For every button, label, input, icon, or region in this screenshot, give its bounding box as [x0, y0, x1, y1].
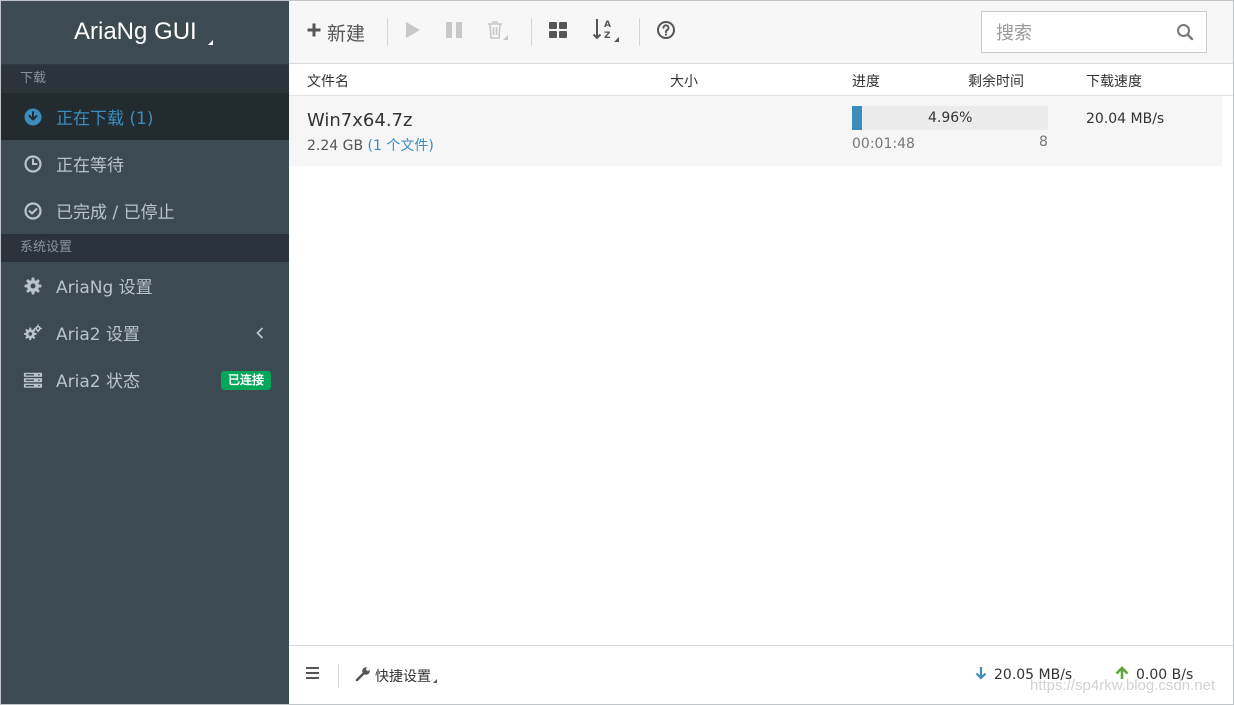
play-icon [404, 20, 422, 45]
section-header-downloads: 下载 [0, 65, 289, 93]
toolbar-divider [531, 18, 532, 46]
check-circle-icon [22, 200, 44, 222]
plus-icon [306, 21, 322, 43]
svg-text:A: A [604, 20, 611, 30]
progress-percent: 4.96% [928, 110, 973, 126]
question-circle-icon [656, 20, 676, 45]
wrench-icon [355, 666, 371, 686]
status-bar: 快捷设置 20.05 MB/s 0.00 B/s [289, 645, 1234, 705]
sidebar-item-label: Aria2 状态 [56, 372, 140, 392]
menu-icon[interactable] [305, 666, 321, 684]
column-header-name[interactable]: 文件名 [307, 71, 349, 91]
quick-settings-button[interactable]: 快捷设置 [355, 666, 437, 686]
sidebar: AriaNg GUI 下载 正在下载 (1) 正在等待 已完成 / 已停止 系统… [0, 0, 289, 705]
watermark: https://sp4rkw.blog.csdn.net [1030, 677, 1216, 694]
progress-bar: 4.96% [852, 106, 1048, 130]
gear-icon [22, 275, 44, 297]
trash-icon [486, 19, 510, 46]
sidebar-item-label: 正在等待 [56, 156, 124, 176]
sidebar-item-label: Aria2 设置 [56, 325, 140, 345]
connection-count: 8 [1039, 134, 1048, 150]
column-header-progress[interactable]: 进度 [852, 71, 880, 91]
status-badge: 已连接 [221, 371, 272, 390]
new-task-label: 新建 [327, 22, 366, 45]
section-header-settings: 系统设置 [0, 234, 289, 262]
sort-alpha-icon: AZ [592, 17, 620, 48]
display-mode-button[interactable] [548, 17, 568, 47]
pause-button[interactable] [444, 17, 464, 47]
sidebar-item-ariang-settings[interactable]: AriaNg 设置 [0, 262, 289, 309]
caret-icon [208, 40, 213, 45]
sidebar-item-label: AriaNg 设置 [56, 278, 153, 298]
search-icon[interactable] [1176, 23, 1194, 45]
new-task-button[interactable]: 新建 [306, 17, 365, 47]
app-title: AriaNg GUI [74, 18, 197, 45]
task-size: 2.24 GB [307, 138, 364, 154]
pause-icon [444, 20, 464, 45]
sort-button[interactable]: AZ [592, 17, 620, 47]
task-row[interactable]: Win7x64.7z 2.24 GB (1 个文件) 4.96% 00:01:4… [289, 96, 1222, 166]
toolbar-divider [387, 18, 388, 46]
sidebar-item-downloading[interactable]: 正在下载 (1) [0, 93, 289, 140]
toolbar-divider [639, 18, 640, 46]
quick-settings-label: 快捷设置 [375, 669, 431, 685]
help-button[interactable] [656, 17, 676, 47]
arrow-down-icon [975, 666, 987, 684]
task-name[interactable]: Win7x64.7z [307, 110, 412, 131]
download-speed: 20.04 MB/s [1086, 111, 1165, 127]
search-box [981, 11, 1207, 54]
toolbar: 新建 AZ [289, 0, 1234, 64]
start-button[interactable] [404, 17, 422, 47]
sidebar-item-aria2-status[interactable]: Aria2 状态 已连接 [0, 356, 289, 403]
clock-icon [22, 153, 44, 175]
column-header-speed[interactable]: 下载速度 [1086, 71, 1142, 91]
column-header-size[interactable]: 大小 [670, 71, 698, 91]
svg-text:Z: Z [604, 31, 611, 41]
column-header-remaining[interactable]: 剩余时间 [968, 71, 1024, 91]
sidebar-item-label: 已完成 / 已停止 [56, 203, 175, 223]
brand-header[interactable]: AriaNg GUI [0, 0, 289, 65]
caret-icon [433, 679, 437, 683]
delete-button[interactable] [486, 17, 510, 47]
sidebar-item-stopped[interactable]: 已完成 / 已停止 [0, 187, 289, 234]
download-circle-icon [22, 106, 44, 128]
grid-icon [548, 20, 568, 45]
chevron-left-icon[interactable] [255, 325, 265, 345]
progress-fill [852, 106, 862, 130]
search-input[interactable] [982, 12, 1178, 54]
task-files-link[interactable]: (1 个文件) [368, 138, 434, 154]
server-icon [22, 369, 44, 391]
gears-icon [22, 322, 44, 344]
sidebar-item-waiting[interactable]: 正在等待 [0, 140, 289, 187]
footer-divider [338, 664, 339, 688]
remaining-time: 00:01:48 [852, 136, 915, 152]
sidebar-item-label: 正在下载 (1) [56, 109, 154, 129]
task-size-line: 2.24 GB (1 个文件) [307, 135, 434, 155]
sidebar-item-aria2-settings[interactable]: Aria2 设置 [0, 309, 289, 356]
task-table-header: 文件名 大小 进度 剩余时间 下载速度 [289, 64, 1234, 96]
